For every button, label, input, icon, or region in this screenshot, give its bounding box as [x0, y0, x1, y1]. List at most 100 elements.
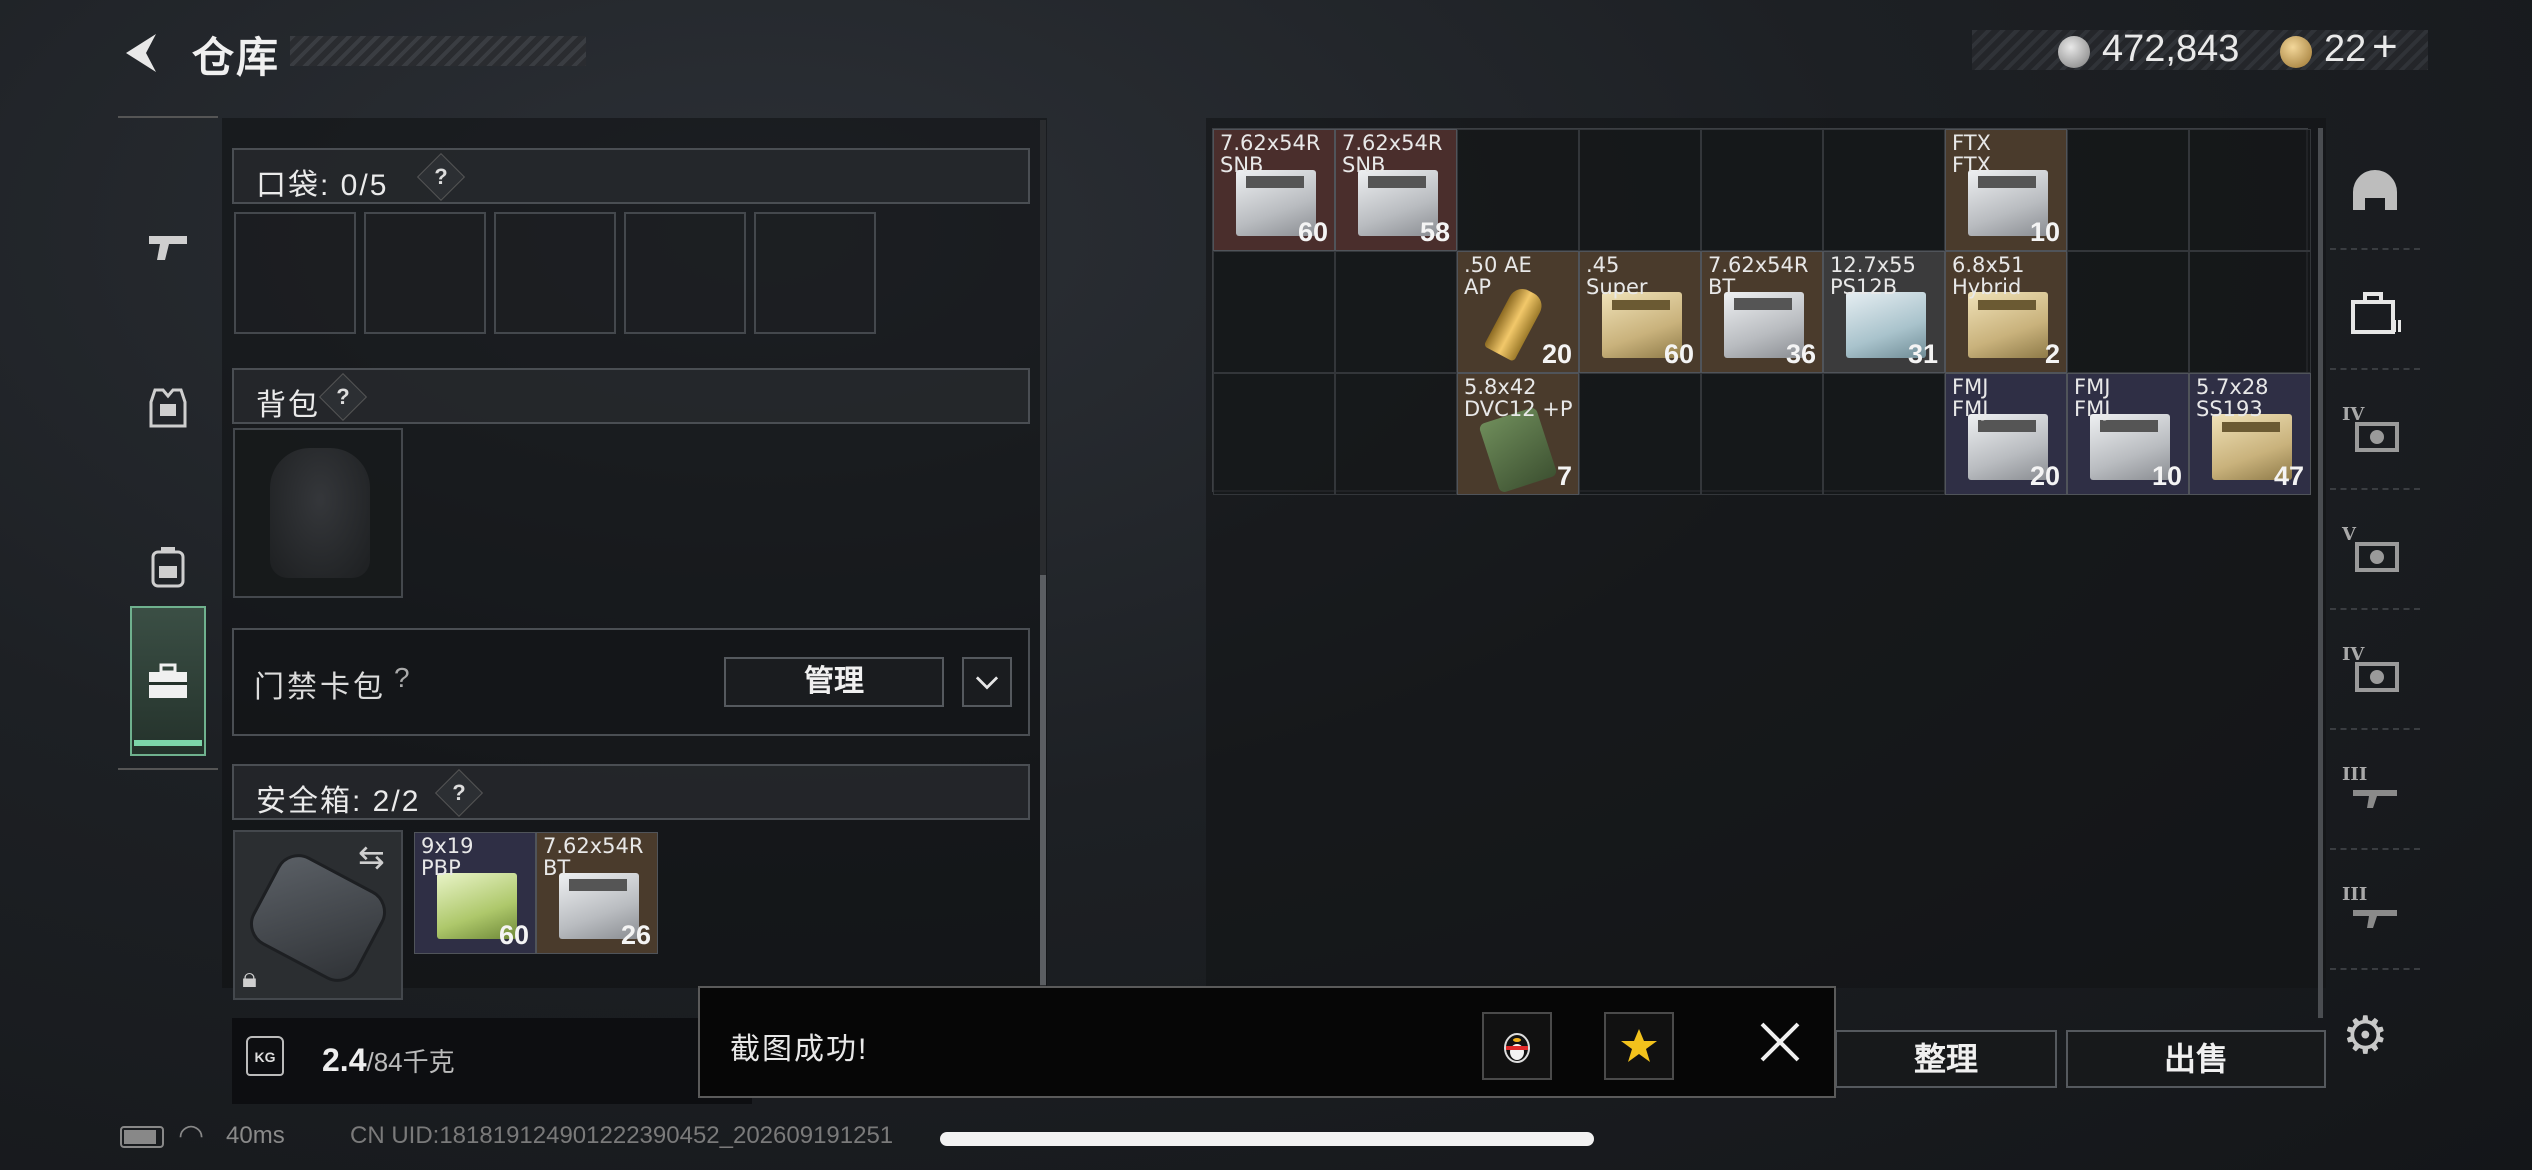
safebox-item-7.62x54r[interactable]: 7.62x54R BT 26 — [536, 832, 658, 954]
title-stripe — [290, 36, 586, 66]
safebox-help-icon[interactable]: ? — [434, 768, 484, 818]
stash-item[interactable]: 6.8x51 Hybrid 2 — [1945, 251, 2067, 373]
stash-cell[interactable] — [1457, 129, 1579, 251]
weight-indicator — [232, 1018, 752, 1104]
item-name: 7.62x54R BT — [1708, 253, 1809, 299]
swap-icon[interactable]: ⇆ — [358, 838, 385, 876]
filter-helmet[interactable] — [2330, 140, 2420, 250]
stash-cell[interactable] — [2189, 251, 2311, 373]
stash-cell[interactable] — [2067, 251, 2189, 373]
stash-item[interactable]: 5.8x42 DVC12 +P 7 — [1457, 373, 1579, 495]
stash-cell[interactable] — [1701, 129, 1823, 251]
settings-gear-icon[interactable]: ⚙ — [2342, 1006, 2389, 1066]
pocket-slot[interactable] — [494, 212, 616, 334]
item-name: 9x19 PBP — [421, 834, 474, 880]
tab-weapons[interactable] — [130, 172, 206, 322]
qq-penguin-icon — [1504, 1033, 1530, 1063]
item-count: 36 — [1785, 339, 1816, 369]
home-indicator[interactable] — [940, 1132, 1594, 1146]
safebox-label: 安全箱: 2/2 — [256, 785, 421, 818]
share-qq-button[interactable] — [1482, 1012, 1552, 1080]
item-count: 2 — [2044, 339, 2060, 369]
stash-cell[interactable] — [1823, 373, 1945, 495]
filter-gun-iii-2[interactable]: III — [2330, 860, 2420, 970]
stash-cell[interactable] — [1579, 373, 1701, 495]
stash-cell[interactable] — [2189, 129, 2311, 251]
pocket-slot[interactable] — [754, 212, 876, 334]
item-name: FMJ FMJ — [2074, 375, 2111, 421]
keycard-help-icon[interactable]: ? — [394, 662, 410, 694]
item-name: 12.7x55 PS12B — [1830, 253, 1916, 299]
filter-ammo-v[interactable]: V — [2330, 500, 2420, 610]
stash-item[interactable]: FMJ FMJ 10 — [2067, 373, 2189, 495]
item-name: .50 AE AP — [1464, 253, 1532, 299]
panel-scrollbar-thumb[interactable] — [1040, 575, 1046, 985]
pocket-help-icon[interactable]: ? — [416, 152, 466, 202]
filter-container[interactable] — [2330, 260, 2420, 370]
filter-ammo-iv-2[interactable]: IV — [2330, 620, 2420, 730]
stash-cell[interactable] — [1335, 373, 1457, 495]
item-name: FTX FTX — [1952, 131, 1991, 177]
item-name: .45 Super — [1586, 253, 1648, 299]
stash-item[interactable]: 7.62x54R BT 36 — [1701, 251, 1823, 373]
pocket-slot[interactable] — [364, 212, 486, 334]
item-count: 60 — [1297, 217, 1328, 247]
keycard-label: 门禁卡包 — [254, 671, 386, 704]
manage-button[interactable]: 管理 — [724, 657, 944, 707]
stash-item[interactable]: 12.7x55 PS12B 31 — [1823, 251, 1945, 373]
keycard-dropdown-button[interactable] — [962, 657, 1012, 707]
filter-ammo-iv[interactable]: IV — [2330, 380, 2420, 490]
stash-item[interactable]: FTX FTX 10 — [1945, 129, 2067, 251]
weight-icon: KG — [246, 1036, 284, 1076]
wifi-icon: ◠ — [178, 1119, 205, 1152]
stash-cell[interactable] — [2067, 129, 2189, 251]
toast-message: 截图成功! — [730, 1033, 869, 1066]
helmet-icon — [2353, 170, 2397, 210]
gold-coin-icon — [2280, 36, 2312, 68]
level-label: IV — [2342, 404, 2365, 425]
level-label: IV — [2342, 644, 2365, 665]
container-icon — [2351, 292, 2401, 334]
page-title: 仓库 — [192, 34, 281, 81]
pocket-slot[interactable] — [234, 212, 356, 334]
safebox-header: 安全箱: 2/2 ? — [232, 764, 1030, 820]
stash-cell[interactable] — [1701, 373, 1823, 495]
backpack-label: 背包 — [256, 389, 320, 422]
pocket-slot[interactable] — [624, 212, 746, 334]
sort-button[interactable]: 整理 — [1835, 1030, 2057, 1088]
stash-item[interactable]: 7.62x54R SNB 60 — [1213, 129, 1335, 251]
safebox-item-9x19[interactable]: 9x19 PBP 60 — [414, 832, 536, 954]
item-count: 10 — [2151, 461, 2182, 491]
tab-container[interactable] — [130, 606, 206, 756]
stash-item[interactable]: FMJ FMJ 20 — [1945, 373, 2067, 495]
battery-level — [124, 1130, 156, 1144]
share-qzone-button[interactable] — [1604, 1012, 1674, 1080]
close-icon[interactable] — [1752, 1014, 1808, 1070]
stash-cell[interactable] — [1213, 373, 1335, 495]
lock-icon: 🔒︎ — [242, 962, 257, 993]
filter-gun-iii[interactable]: III — [2330, 740, 2420, 850]
briefcase-icon — [149, 663, 187, 698]
sell-button[interactable]: 出售 — [2066, 1030, 2326, 1088]
uid-text: CN UID:1818191249012223904​52_2026091912… — [350, 1122, 894, 1149]
stash-item[interactable]: 7.62x54R SNB 58 — [1335, 129, 1457, 251]
stash-cell[interactable] — [1335, 251, 1457, 373]
level-label: III — [2342, 764, 2368, 785]
stash-cell[interactable] — [1823, 129, 1945, 251]
stash-scrollbar[interactable] — [2318, 128, 2323, 1018]
stash-item[interactable]: .50 AE AP 20 — [1457, 251, 1579, 373]
item-count: 10 — [2029, 217, 2060, 247]
tab-armor[interactable] — [130, 332, 206, 482]
stash-cell[interactable] — [1579, 129, 1701, 251]
ping-text: 40ms — [226, 1122, 285, 1149]
item-name: 7.62x54R SNB — [1220, 131, 1321, 177]
stash-item[interactable]: .45 Super 60 — [1579, 251, 1701, 373]
add-gold-button[interactable]: + — [2372, 22, 2398, 72]
item-count: 20 — [2029, 461, 2060, 491]
stash-cell[interactable] — [1213, 251, 1335, 373]
silver-coin-icon — [2058, 36, 2090, 68]
stash-item[interactable]: 5.7x28 SS193 47 — [2189, 373, 2311, 495]
backpack-help-icon[interactable]: ? — [318, 372, 368, 422]
back-arrow-icon[interactable] — [118, 28, 168, 78]
backpack-placeholder-icon — [270, 448, 370, 578]
